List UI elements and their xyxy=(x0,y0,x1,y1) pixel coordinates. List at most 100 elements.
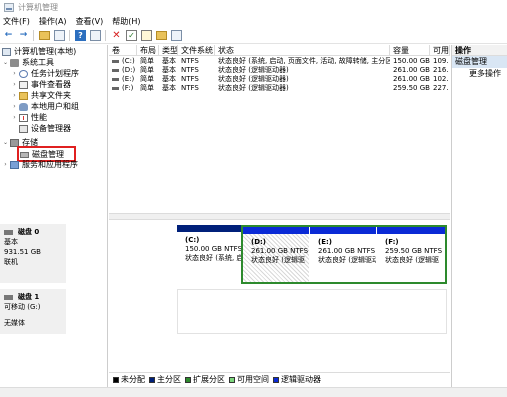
partition-size: 259.50 GB NTFS xyxy=(385,247,443,255)
tree-item-shared-folders[interactable]: › 共享文件夹 xyxy=(11,90,71,101)
menu-action[interactable]: 操作(A) xyxy=(39,16,67,27)
tree-item-performance[interactable]: › 性能 xyxy=(11,112,47,123)
cell-type: 基本 xyxy=(162,57,176,65)
column-header-volume[interactable]: 卷 xyxy=(109,45,137,56)
disk-0-status: 联机 xyxy=(4,258,18,266)
volume-icon xyxy=(112,69,119,72)
expand-chevron-icon[interactable]: › xyxy=(2,161,9,168)
disk-1-status: 无媒体 xyxy=(4,319,25,327)
console-tree: 计算机管理(本地) ⌄ 系统工具 › 任务计划程序 › 事件查看器 › 共享文件… xyxy=(0,45,108,397)
more-actions-link[interactable]: 更多操作 xyxy=(452,68,507,80)
open-icon[interactable] xyxy=(141,30,152,41)
menu-help[interactable]: 帮助(H) xyxy=(112,16,140,27)
legend-extended: 扩展分区 xyxy=(185,374,225,385)
expand-chevron-icon[interactable]: › xyxy=(11,103,18,110)
volume-icon xyxy=(112,60,119,63)
legend-label: 扩展分区 xyxy=(193,375,225,384)
tree-item-system-tools[interactable]: ⌄ 系统工具 xyxy=(2,57,54,68)
legend-label: 主分区 xyxy=(157,375,181,384)
partition-legend: 未分配 主分区 扩展分区 可用空间 逻辑驱动器 xyxy=(109,372,450,386)
expand-chevron-icon[interactable]: › xyxy=(11,81,18,88)
device-manager-icon xyxy=(19,124,28,133)
partition-d-body: (D:) 261.00 GB NTFS 状态良好 (逻辑驱 xyxy=(243,234,309,282)
menu-view[interactable]: 查看(V) xyxy=(76,16,104,27)
tree-label: 服务和应用程序 xyxy=(22,160,78,169)
column-header-free[interactable]: 可用 xyxy=(430,45,450,56)
tree-item-task-scheduler[interactable]: › 任务计划程序 xyxy=(11,68,79,79)
delete-icon[interactable]: ✕ xyxy=(111,30,122,41)
partition-e-body: (E:) 261.00 GB NTFS 状态良好 (逻辑驱动 xyxy=(310,234,376,282)
partition-f[interactable]: (F:) 259.50 GB NTFS 状态良好 (逻辑驱 xyxy=(377,227,445,282)
table-row[interactable]: (F:) 简单 基本 NTFS 状态良好 (逻辑驱动器) 259.50 GB 2… xyxy=(109,84,450,93)
menu-file[interactable]: 文件(F) xyxy=(3,16,30,27)
back-arrow-icon[interactable]: ← xyxy=(3,30,14,41)
partition-label: (D:) xyxy=(251,238,267,246)
up-folder-icon[interactable] xyxy=(39,31,50,40)
event-log-icon xyxy=(19,80,28,89)
legend-logical: 逻辑驱动器 xyxy=(273,374,321,385)
legend-swatch xyxy=(273,376,279,383)
expand-chevron-icon[interactable]: › xyxy=(11,70,18,77)
window-title: 计算机管理 xyxy=(18,2,58,12)
cell-free: 227. xyxy=(433,84,449,92)
new-icon[interactable] xyxy=(156,31,167,40)
tree-item-local-users[interactable]: › 本地用户和组 xyxy=(11,101,79,112)
column-header-capacity[interactable]: 容量 xyxy=(390,45,430,56)
volume-icon xyxy=(112,87,119,90)
status-bar xyxy=(0,387,507,397)
tools-icon xyxy=(10,58,19,67)
tree-item-device-manager[interactable]: 设备管理器 xyxy=(19,123,71,134)
partition-size: 261.00 GB NTFS xyxy=(318,247,376,255)
toolbar-separator xyxy=(33,30,34,41)
collapse-chevron-icon[interactable]: ⌄ xyxy=(2,59,9,66)
cell-volume: (C:) xyxy=(122,57,135,65)
forward-arrow-icon[interactable]: → xyxy=(18,30,29,41)
disk-1-empty-area[interactable] xyxy=(177,289,447,334)
legend-swatch xyxy=(185,376,191,383)
column-header-type[interactable]: 类型 xyxy=(159,45,178,56)
tree-item-root[interactable]: 计算机管理(本地) xyxy=(2,46,76,57)
list-icon[interactable] xyxy=(90,30,101,41)
partition-d[interactable]: (D:) 261.00 GB NTFS 状态良好 (逻辑驱 xyxy=(243,227,309,282)
expand-chevron-icon[interactable]: › xyxy=(11,114,18,121)
help-icon[interactable]: ? xyxy=(75,30,86,41)
table-row[interactable]: (D:) 简单 基本 NTFS 状态良好 (逻辑驱动器) 261.00 GB 2… xyxy=(109,66,450,75)
tree-item-services-apps[interactable]: › 服务和应用程序 xyxy=(2,159,78,170)
table-row[interactable]: (C:) 简单 基本 NTFS 状态良好 (系统, 启动, 页面文件, 活动, … xyxy=(109,57,450,66)
cell-volume: (E:) xyxy=(122,75,135,83)
check-icon[interactable]: ✓ xyxy=(126,30,137,41)
tree-item-event-viewer[interactable]: › 事件查看器 xyxy=(11,79,71,90)
column-header-filesystem[interactable]: 文件系统 xyxy=(178,45,215,56)
cell-volume: (F:) xyxy=(122,84,134,92)
volume-list: 卷 布局 类型 文件系统 状态 容量 可用 (C:) 简单 基本 NTFS 状态… xyxy=(109,45,450,213)
partition-status: 状态良好 (逻辑驱 xyxy=(251,256,305,264)
legend-label: 可用空间 xyxy=(237,375,269,384)
expand-chevron-icon[interactable]: › xyxy=(11,92,18,99)
column-header-layout[interactable]: 布局 xyxy=(137,45,159,56)
disk-1-type: 可移动 (G:) xyxy=(4,303,41,311)
console-tree-icon[interactable] xyxy=(54,30,65,41)
partition-c[interactable]: (C:) 150.00 GB NTFS 状态良好 (系统, 启 xyxy=(177,225,241,282)
properties-icon[interactable] xyxy=(171,30,182,41)
partition-e[interactable]: (E:) 261.00 GB NTFS 状态良好 (逻辑驱动 xyxy=(310,227,376,282)
pane-splitter[interactable] xyxy=(109,213,450,220)
partition-label: (E:) xyxy=(318,238,332,246)
actions-disk-management[interactable]: 磁盘管理 xyxy=(452,56,507,68)
disk-0-label[interactable]: 磁盘 0 基本 931.51 GB 联机 xyxy=(0,224,66,283)
disk-icon xyxy=(4,294,13,300)
disk-1-name-row: 磁盘 1 xyxy=(4,292,62,302)
volume-table-header: 卷 布局 类型 文件系统 状态 容量 可用 xyxy=(109,45,450,56)
tree-label: 系统工具 xyxy=(22,58,54,67)
collapse-chevron-icon[interactable]: ⌄ xyxy=(2,139,9,146)
table-row[interactable]: (E:) 简单 基本 NTFS 状态良好 (逻辑驱动器) 261.00 GB 1… xyxy=(109,75,450,84)
column-header-status[interactable]: 状态 xyxy=(215,45,390,56)
tree-label: 设备管理器 xyxy=(31,124,71,133)
toolbar-separator xyxy=(105,30,106,41)
cell-filesystem: NTFS xyxy=(181,57,199,65)
disk-1-label[interactable]: 磁盘 1 可移动 (G:) 无媒体 xyxy=(0,289,66,334)
cell-free: 109. xyxy=(433,57,449,65)
disk-0-size: 931.51 GB xyxy=(4,248,41,256)
partition-c-body: (C:) 150.00 GB NTFS 状态良好 (系统, 启 xyxy=(177,232,241,282)
actions-header: 操作 xyxy=(452,45,507,56)
cell-filesystem: NTFS xyxy=(181,66,199,74)
